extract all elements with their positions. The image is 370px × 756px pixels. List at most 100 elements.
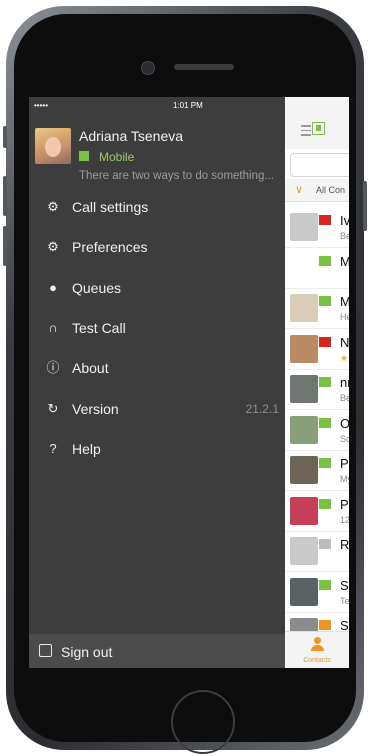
- menu-item-preferences[interactable]: ⚙ Preferences: [29, 231, 285, 263]
- version-icon: ↻: [47, 401, 59, 416]
- presence-flag-icon: [319, 498, 331, 509]
- contact-row[interactable]: nr Be: [285, 369, 349, 410]
- menu-item-queues[interactable]: ● Queues: [29, 272, 285, 304]
- screen: Adriana Tseneva Mobile There are two way…: [29, 97, 349, 668]
- chevron-down-icon: ∨: [295, 184, 304, 196]
- earpiece-speaker: [174, 64, 234, 70]
- contact-row[interactable]: Pa 12: [285, 491, 349, 532]
- queue-user-icon: ●: [49, 280, 57, 295]
- menu-item-label: Help: [72, 441, 101, 457]
- contact-row[interactable]: N ★: [285, 329, 349, 370]
- menu-item-label: Test Call: [72, 320, 126, 336]
- contact-status-text: He: [340, 312, 349, 322]
- contact-status-text: Te: [340, 595, 349, 606]
- contact-name: Sa: [340, 577, 349, 593]
- contact-row[interactable]: R: [285, 531, 349, 572]
- gears-icon: ⚙: [47, 239, 59, 254]
- presence-flag-icon: [319, 417, 331, 428]
- question-icon: ?: [49, 441, 57, 456]
- menu-item-label: Preferences: [72, 239, 148, 255]
- headset-icon: ∩: [48, 320, 58, 335]
- profile-name: Adriana Tseneva: [79, 128, 184, 144]
- contact-avatar: [290, 577, 318, 606]
- contact-name: Pa: [340, 496, 349, 512]
- sign-out-icon: [39, 644, 52, 657]
- contact-name: Iv: [340, 213, 349, 228]
- volume-down-button: [3, 226, 7, 266]
- contact-avatar: [290, 415, 318, 444]
- contact-name: O: [340, 415, 349, 431]
- contact-status-text: ★: [340, 352, 349, 363]
- presence-flag-icon: [79, 151, 89, 161]
- contacts-header: [285, 97, 349, 149]
- sign-out-button[interactable]: Sign out: [29, 634, 285, 668]
- tab-label: Contacts: [303, 657, 331, 664]
- contact-row[interactable]: M: [285, 248, 349, 289]
- menu-icon[interactable]: [301, 125, 311, 136]
- sign-out-label: Sign out: [61, 644, 113, 660]
- contact-avatar: [290, 375, 318, 403]
- contact-avatar: [290, 213, 318, 241]
- status-time: 1:01 PM: [173, 101, 203, 110]
- contact-name: Pa: [340, 456, 349, 471]
- contact-status-text: My: [340, 474, 349, 484]
- contact-name: M: [340, 253, 349, 269]
- version-number: 21.2.1: [245, 402, 279, 416]
- profile-avatar[interactable]: [35, 128, 71, 164]
- presence-flag-icon: [319, 458, 331, 468]
- presence-flag-icon: [319, 296, 331, 306]
- contact-avatar: [290, 294, 318, 322]
- contact-status-text: 12: [340, 514, 349, 525]
- menu-item-call-settings[interactable]: ⚙ Call settings: [29, 191, 285, 223]
- contact-row[interactable]: Pa My: [285, 450, 349, 491]
- power-button: [363, 181, 367, 231]
- tab-contacts[interactable]: Contacts: [285, 631, 349, 668]
- contact-status-text: Sc: [340, 433, 349, 444]
- mute-switch: [3, 126, 7, 148]
- contacts-panel[interactable]: ∨ All Con Iv Be M M He N★ nr Be O Sc Pa My Pa 12 R Sa Te…: [285, 97, 349, 668]
- menu-item-label: Queues: [72, 280, 122, 296]
- contact-name: M: [340, 294, 349, 309]
- search-input[interactable]: [290, 153, 349, 177]
- menu-item-test-call[interactable]: ∩ Test Call: [29, 312, 285, 344]
- menu-item-version[interactable]: ↻ Version 21.2.1: [29, 393, 285, 425]
- presence-flag-icon: [319, 215, 331, 225]
- menu-item-help[interactable]: ? Help: [29, 433, 285, 465]
- contact-row[interactable]: Iv Be: [285, 207, 349, 248]
- signal-strength: •••••: [34, 101, 49, 110]
- presence-flag-icon: [319, 539, 331, 549]
- menu-item-label: Call settings: [72, 199, 149, 215]
- presence-status[interactable]: Mobile: [99, 150, 134, 164]
- contact-status-text: Be: [340, 231, 349, 241]
- gear-icon: ⚙: [47, 199, 59, 214]
- contact-name: R: [340, 537, 349, 552]
- contact-row[interactable]: Sa Te: [285, 572, 349, 613]
- presence-flag-icon: [319, 255, 331, 266]
- menu-item-about[interactable]: ⓘ About: [29, 352, 285, 384]
- contacts-icon: [310, 637, 324, 651]
- contact-name: nr: [340, 375, 349, 390]
- contact-avatar: [290, 253, 318, 282]
- presence-flag-icon: [319, 620, 331, 630]
- info-icon: ⓘ: [46, 360, 60, 375]
- presence-flag-icon[interactable]: [312, 122, 325, 135]
- contact-row[interactable]: M He: [285, 288, 349, 329]
- home-button[interactable]: [171, 690, 235, 754]
- menu-item-label: About: [72, 360, 109, 376]
- contact-row[interactable]: O Sc: [285, 410, 349, 451]
- contact-avatar: [290, 537, 318, 565]
- contacts-filter[interactable]: ∨ All Con: [285, 179, 349, 202]
- presence-flag-icon: [319, 336, 331, 347]
- status-message[interactable]: There are two ways to do something...: [79, 170, 285, 182]
- side-drawer: Adriana Tseneva Mobile There are two way…: [29, 97, 285, 668]
- presence-flag-icon: [319, 377, 331, 387]
- contact-avatar: [290, 456, 318, 484]
- contact-status-text: Be: [340, 393, 349, 403]
- contact-avatar: [290, 334, 318, 363]
- menu-item-label: Version: [72, 401, 119, 417]
- presence-flag-icon: [319, 579, 331, 590]
- volume-up-button: [3, 176, 7, 216]
- front-camera: [141, 61, 155, 75]
- contact-avatar: [290, 496, 318, 525]
- filter-label: All Con: [316, 185, 346, 195]
